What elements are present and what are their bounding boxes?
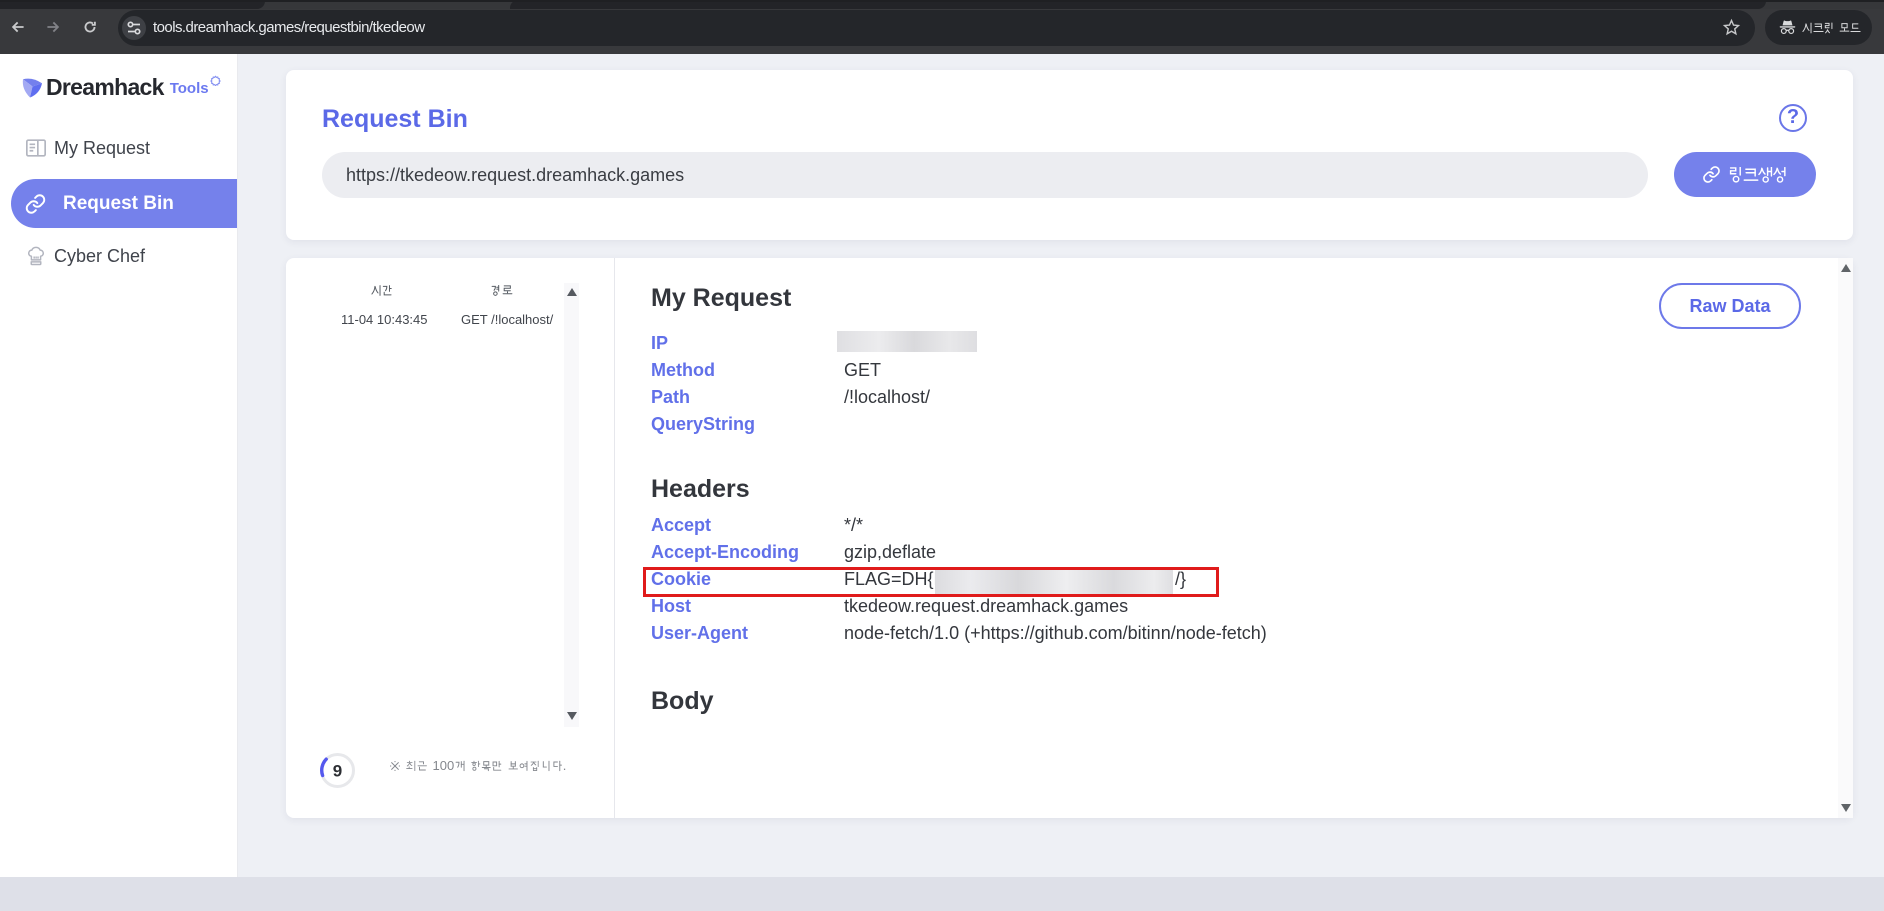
svg-text:9: 9 (333, 762, 342, 781)
